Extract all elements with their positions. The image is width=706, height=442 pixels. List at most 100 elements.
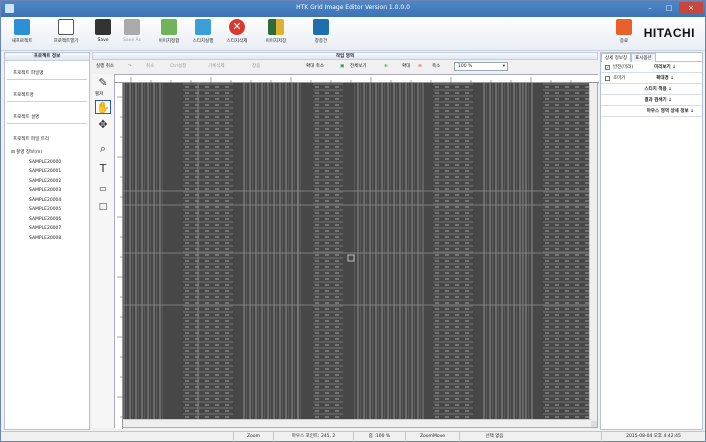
app-window: HTK Grid Image Editor Version 1.0.0.0 – …: [0, 0, 706, 442]
image-save-button[interactable]: 이미지저장: [261, 19, 291, 49]
vertical-scrollbar[interactable]: [589, 83, 597, 421]
tree-item[interactable]: SAMPLE20002: [11, 177, 89, 187]
project-file-tree: ⊟ 촬영 정보(m) SAMPLE20000 SAMPLE20001 SAMPL…: [11, 148, 89, 243]
exit-button[interactable]: 종료: [613, 19, 635, 49]
detail-tabs: 상세 정보창 표시옵션: [601, 53, 702, 62]
image-icon: [161, 19, 177, 35]
fit-icon[interactable]: ▣: [340, 62, 344, 71]
preview-label: 반전(미리): [613, 65, 634, 70]
preview-row: ✓ 반전(미리) 미리보기 ↓: [601, 62, 702, 73]
status-selection: 선택 없음: [459, 432, 529, 442]
result-check-button[interactable]: 결과 검색기 ↓: [644, 95, 672, 106]
record-delete-button[interactable]: 기록삭제: [208, 62, 225, 71]
new-project-label: 새프로젝트: [11, 39, 33, 44]
magnifier-tool[interactable]: ⌕: [95, 142, 111, 156]
stitch-apply-button[interactable]: 스티치 적용 ↓: [644, 84, 672, 95]
zoom-select[interactable]: 100 % ▾: [454, 62, 508, 71]
status-mouse-pos: 마우스 포인트: 245, 2: [273, 432, 353, 442]
cancel-button[interactable]: 취소: [146, 62, 154, 71]
tree-item[interactable]: SAMPLE20008: [11, 234, 89, 244]
save-label: Save: [97, 38, 109, 43]
tree-item[interactable]: SAMPLE20003: [11, 186, 89, 196]
work-toolbar: 실행 취소 ↷ 취소 Ctrl설정 기록삭제 창움 확대 축소 ▣ 전체보기 ⊕…: [92, 61, 598, 72]
cube-icon: [14, 19, 30, 35]
tree-item[interactable]: SAMPLE20000: [11, 158, 89, 168]
new-project-button[interactable]: 새프로젝트: [9, 19, 35, 49]
redo-icon[interactable]: ↷: [128, 62, 132, 71]
open-project-button[interactable]: 프로젝트열기: [51, 19, 81, 49]
exit-label: 종료: [619, 39, 629, 44]
exit-icon: [616, 19, 632, 35]
magnifier-button[interactable]: 확대경 ↓: [656, 73, 674, 84]
zoom-plus-button[interactable]: 확대: [402, 62, 410, 71]
mouse-detail-row: 마우스 영역 상세 정보 ↓: [601, 106, 702, 117]
window-button[interactable]: 창움: [252, 62, 260, 71]
image-match-button[interactable]: 이미지정합: [155, 19, 183, 49]
tree-root-label: 촬영 정보(m): [16, 150, 43, 155]
status-bar: Zoom 마우스 포인트: 245, 2 줌 :100 % ZoomMove 선…: [1, 431, 705, 442]
text-tool[interactable]: T: [95, 162, 111, 176]
rectangle-tool[interactable]: □: [95, 200, 111, 214]
move-tool[interactable]: ✥: [95, 118, 111, 132]
horizontal-ruler: [115, 75, 599, 83]
close-button[interactable]: ×: [679, 2, 703, 14]
zoom-out-icon[interactable]: ⊖: [418, 62, 422, 71]
title-bar[interactable]: HTK Grid Image Editor Version 1.0.0.0 – …: [1, 1, 705, 17]
monitor-icon: [58, 19, 74, 35]
chip-image[interactable]: [123, 83, 591, 419]
window-layout-icon: [313, 19, 329, 35]
tree-item[interactable]: SAMPLE20006: [11, 215, 89, 225]
tab-detail[interactable]: 상세 정보창: [601, 53, 632, 62]
project-desc-field[interactable]: [7, 123, 87, 124]
magnifier-row: 초미기 확대경 ↓: [601, 73, 702, 84]
save-as-button[interactable]: Save As: [121, 19, 143, 49]
file-tree-label: 프로젝트 파일 트리: [13, 137, 49, 142]
chevron-down-icon: ▾: [502, 64, 505, 69]
zoom-in-icon[interactable]: ⊕: [384, 62, 388, 71]
stitch-icon: [195, 19, 211, 35]
save-button[interactable]: Save: [93, 19, 113, 49]
open-project-label: 프로젝트열기: [53, 39, 79, 44]
zoom-checkbox[interactable]: [605, 76, 610, 81]
preview-button[interactable]: 미리보기 ↓: [654, 62, 676, 73]
tree-item[interactable]: SAMPLE20005: [11, 205, 89, 215]
minimize-button[interactable]: –: [641, 2, 659, 14]
stitch-run-button[interactable]: 스티치실행: [189, 19, 217, 49]
project-info-panel: 프로젝트 정보 프로젝트 파일명 프로젝트명 프로젝트 설명 프로젝트 파일 트…: [4, 52, 90, 430]
tree-item[interactable]: SAMPLE20007: [11, 224, 89, 234]
pen-tool-label: 펼쳐: [95, 92, 104, 97]
stitch-delete-button[interactable]: ✕ 스티치삭제: [223, 19, 251, 49]
floppy-disabled-icon: [124, 19, 140, 35]
zoom-select-value: 100 %: [458, 64, 473, 69]
tree-item[interactable]: SAMPLE20004: [11, 196, 89, 206]
project-info-header: 프로젝트 정보: [5, 53, 89, 61]
fit-all-button[interactable]: 전체보기: [350, 62, 367, 71]
horizontal-scrollbar[interactable]: [123, 419, 591, 427]
vertical-ruler: [115, 83, 123, 429]
project-file-field[interactable]: [7, 79, 87, 80]
layout-button[interactable]: 창종건: [309, 19, 333, 49]
stitch-run-label: 스티치실행: [192, 39, 214, 44]
hand-tool[interactable]: ✋: [95, 100, 111, 114]
status-zoom: 줌 :100 %: [353, 432, 405, 442]
preview-checkbox[interactable]: ✓: [605, 65, 610, 70]
save-as-label: Save As: [123, 38, 141, 43]
grid-image-icon: [268, 19, 284, 35]
zoom-minus-button[interactable]: 축소: [432, 62, 440, 71]
tab-display[interactable]: 표시옵션: [631, 53, 656, 62]
maximize-button[interactable]: □: [660, 2, 678, 14]
stitch-apply-row: 스티치 적용 ↓: [601, 84, 702, 95]
floppy-icon: [95, 19, 111, 35]
tree-root[interactable]: ⊟ 촬영 정보(m): [11, 148, 89, 158]
project-name-field[interactable]: [7, 101, 87, 102]
ruler-tool[interactable]: ▭: [95, 182, 111, 196]
ctrl-setting-button[interactable]: Ctrl설정: [170, 62, 186, 71]
undo-button[interactable]: 실행 취소: [96, 62, 114, 71]
brand-logo: HITACHI: [643, 26, 695, 40]
project-file-label: 프로젝트 파일명: [13, 71, 44, 76]
tree-item[interactable]: SAMPLE20001: [11, 167, 89, 177]
pen-tool[interactable]: ✎: [95, 76, 111, 90]
mouse-detail-button[interactable]: 마우스 영역 상세 정보 ↓: [647, 106, 694, 117]
zoom-toggle-button[interactable]: 확대 축소: [306, 62, 324, 71]
image-canvas[interactable]: [114, 74, 599, 429]
